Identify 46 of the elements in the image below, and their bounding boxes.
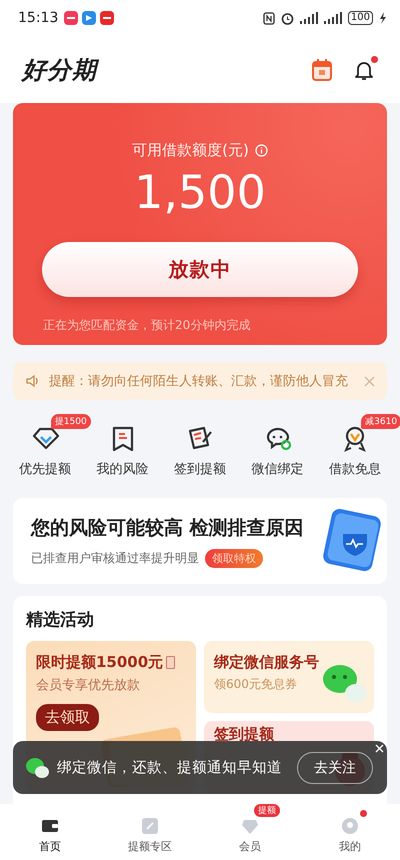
tab[interactable]: 首页: [39, 817, 61, 854]
activity-title: 限时提额15000元: [36, 653, 164, 672]
app-notification-icon: [64, 11, 78, 25]
square-icon: [141, 817, 159, 835]
follow-button[interactable]: 去关注: [297, 752, 373, 784]
section-title: 精选活动: [26, 609, 95, 631]
promo-badge: 减3610: [361, 414, 400, 429]
wechat-icon: [25, 756, 49, 778]
risk-subtitle: 已排查用户审核通过率提升明显: [31, 550, 199, 566]
signal-icon: [300, 12, 318, 24]
info-icon[interactable]: [254, 144, 268, 157]
safety-notice: 提醒：请勿向任何陌生人转账、汇款，谨防他人冒充: [49, 373, 349, 390]
nfc-icon: [262, 12, 275, 24]
tab-badge: 提额: [254, 804, 280, 817]
tab[interactable]: 会员: [239, 817, 261, 854]
quick-action-label[interactable]: 借款免息: [329, 460, 382, 478]
tag-icon: [166, 656, 176, 669]
app-notification-icon: [82, 11, 96, 25]
risk-title: 您的风险可能较高 检测排查原因: [31, 516, 305, 540]
activity-subtitle: 会员专享优先放款: [36, 677, 141, 694]
activity-tile[interactable]: 绑定微信服务号 领600元免息券: [204, 641, 374, 713]
credit-limit-amount: 1,500: [134, 164, 266, 220]
loan-status-note: 正在为您匹配资金，预计20分钟内完成: [43, 317, 250, 334]
claim-button[interactable]: 去领取: [36, 704, 99, 731]
credit-limit-label: 可用借款额度(元): [132, 141, 249, 160]
app-logo: 好分期: [22, 54, 97, 86]
quick-action-label[interactable]: 签到提额: [174, 460, 226, 478]
diamond-icon: [241, 817, 259, 835]
wallet-icon: [41, 817, 59, 835]
promo-badge: 提1500: [50, 414, 91, 429]
activity-subtitle: 领600元免息券: [214, 676, 298, 693]
quick-action-label[interactable]: 我的风险: [96, 460, 148, 478]
activity-title: 签到提额: [214, 725, 274, 744]
tab[interactable]: 提额专区: [128, 817, 172, 854]
signal-icon: [324, 12, 342, 24]
tab[interactable]: 我的: [339, 817, 361, 854]
calendar-icon[interactable]: [312, 58, 332, 80]
app-notification-icon: [100, 11, 114, 25]
alarm-icon: [280, 12, 294, 24]
activity-title: 绑定微信服务号: [214, 653, 319, 672]
quick-action-label[interactable]: 优先提额: [18, 460, 71, 478]
charging-icon: [379, 12, 386, 24]
status-time: 15:13: [18, 10, 58, 26]
quick-action-label[interactable]: 微信绑定: [252, 460, 304, 478]
battery-level: 100: [348, 11, 373, 25]
loan-status-button[interactable]: 放款中: [42, 242, 358, 297]
